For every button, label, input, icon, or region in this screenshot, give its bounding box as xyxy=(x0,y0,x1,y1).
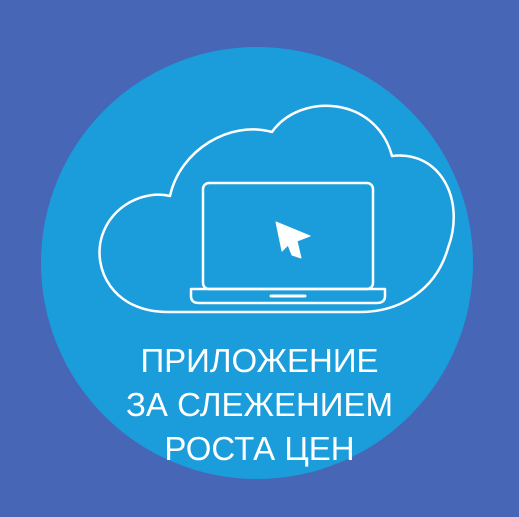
caption-line-2: ЗА СЛЕЖЕНИЕМ xyxy=(125,386,394,423)
caption-line-1: ПРИЛОЖЕНИЕ xyxy=(140,342,379,379)
caption-line-3: РОСТА ЦЕН xyxy=(164,430,355,467)
cloud-icon xyxy=(98,104,455,314)
cursor-arrow-icon xyxy=(275,221,311,259)
app-caption: ПРИЛОЖЕНИЕ ЗА СЛЕЖЕНИЕМ РОСТА ЦЕН xyxy=(100,339,419,471)
